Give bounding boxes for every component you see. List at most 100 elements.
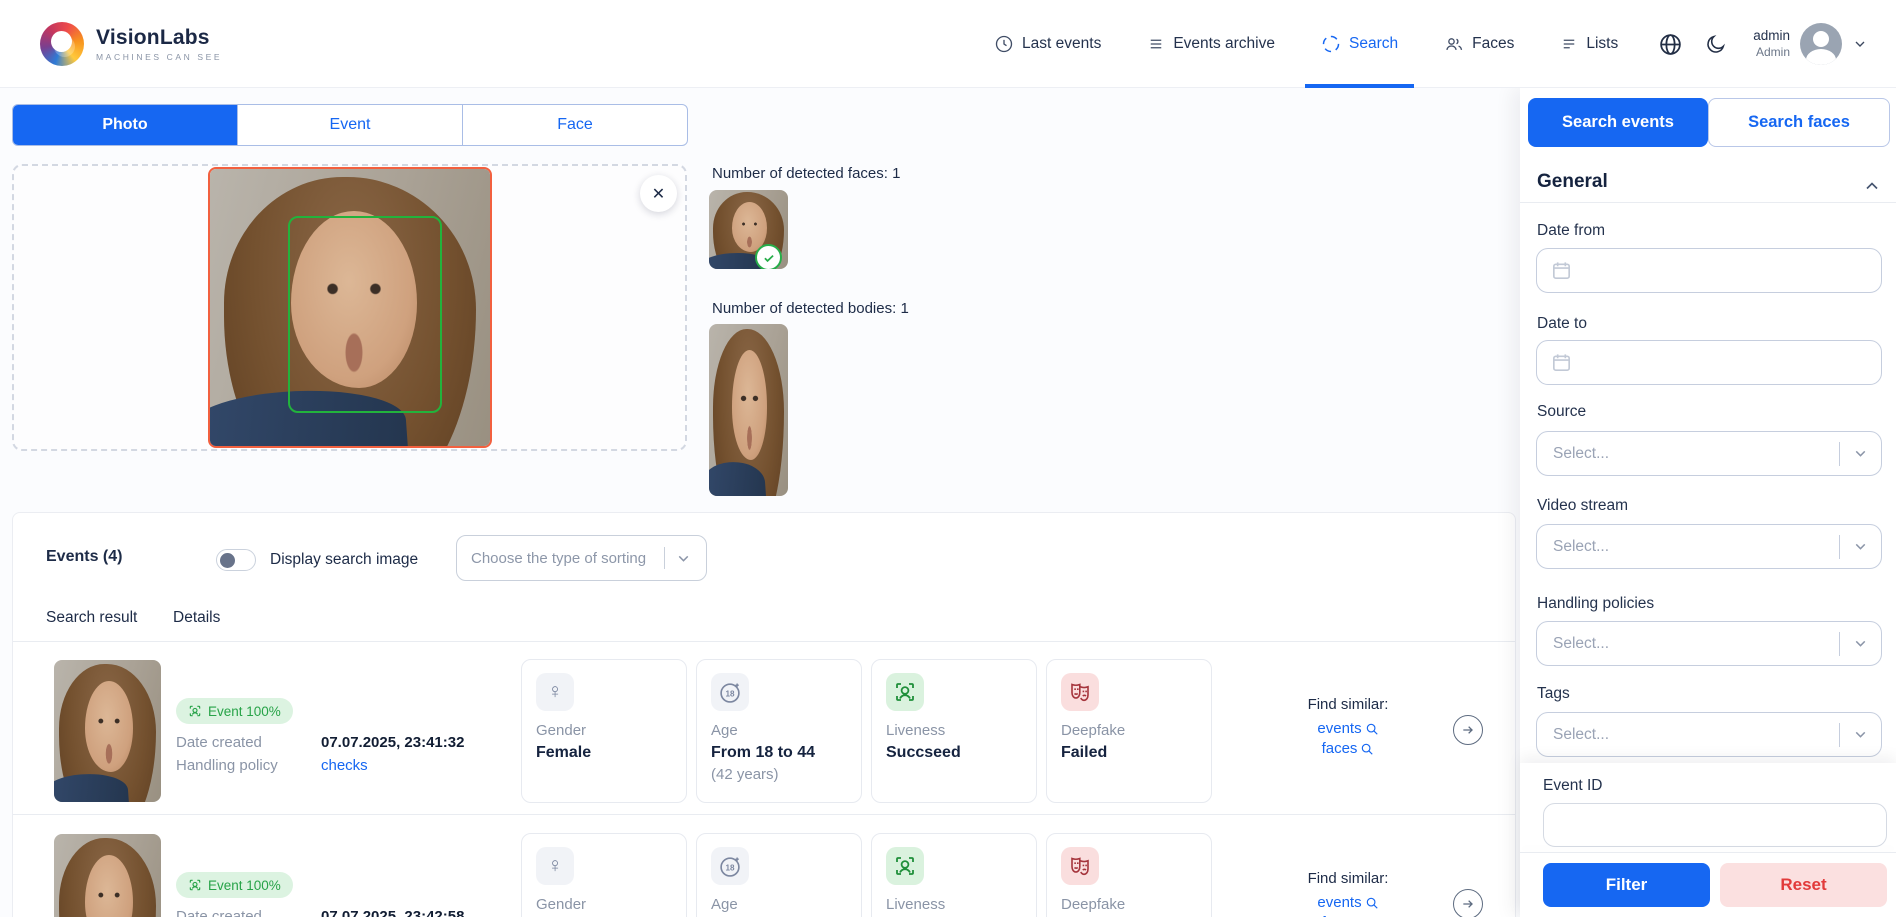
find-similar-block: Find similar: events faces [1268,870,1428,917]
events-panel: Events (4) Display search image Choose t… [12,512,1516,917]
globe-icon[interactable] [1658,32,1683,57]
user-role: Admin [1753,45,1790,60]
user-menu[interactable]: admin Admin [1753,23,1868,65]
event-row[interactable]: Event 100% Date created Handling policy … [13,641,1515,815]
events-title: Events (4) [46,548,122,566]
tab-search-events[interactable]: Search events [1528,98,1708,147]
face-scan-icon [188,878,202,892]
tab-details[interactable]: Details [173,609,220,627]
nav-item-last-events[interactable]: Last events [994,0,1101,88]
visionlabs-logo-icon [40,22,84,66]
nav-item-events-archive[interactable]: Events archive [1147,0,1275,88]
sorting-select[interactable]: Choose the type of sorting [456,535,707,581]
source-select[interactable]: Select... [1536,431,1882,476]
reset-button[interactable]: Reset [1720,863,1887,907]
date-created-label: Date created [176,731,278,754]
liveness-card: Liveness Succseed [871,659,1037,803]
age-card: 18 Age From 18 to 44 [696,833,862,917]
face-check-icon [755,244,782,269]
tab-event[interactable]: Event [238,105,463,145]
navbar: VisionLabs MACHINES CAN SEE Last events … [0,0,1896,88]
detected-body-thumbnail[interactable] [709,324,788,496]
age-18-icon: 18 [711,673,749,711]
display-search-image-toggle[interactable] [216,549,256,571]
detected-face-thumbnail[interactable] [709,190,788,269]
deepfake-icon [1061,673,1099,711]
magnifier-icon [1365,896,1379,910]
event-id-input[interactable] [1543,803,1887,847]
filter-button[interactable]: Filter [1543,863,1710,907]
detected-faces-label: Number of detected faces: 1 [712,165,900,182]
tab-photo[interactable]: Photo [13,105,238,145]
close-icon[interactable]: ✕ [640,175,677,212]
date-to-label: Date to [1537,315,1587,333]
user-name: admin [1753,28,1790,45]
liveness-card: Liveness Succseed [871,833,1037,917]
find-similar-events-link[interactable]: events [1268,720,1428,737]
find-similar-block: Find similar: events faces [1268,696,1428,760]
avatar [1800,23,1842,65]
brand-tagline: MACHINES CAN SEE [96,52,222,62]
list-lines-icon [1560,35,1578,53]
people-icon [1444,34,1464,54]
gender-female-icon: ♀ [536,673,574,711]
nav-items: Last events Events archive Search [994,0,1618,88]
sidebar-footer: Event ID Filter Reset [1520,763,1896,917]
deepfake-card: Deepfake Failed [1046,659,1212,803]
event-thumbnail [54,660,161,802]
focus-ring-icon [1321,34,1341,54]
handling-policies-label: Handling policies [1537,595,1654,613]
app-root: VisionLabs MACHINES CAN SEE Last events … [0,0,1896,917]
clock-icon [994,34,1014,54]
tab-search-faces[interactable]: Search faces [1708,98,1890,147]
video-stream-select[interactable]: Select... [1536,524,1882,569]
nav-item-label: Last events [1022,35,1101,53]
event-thumbnail [54,834,161,917]
calendar-icon [1550,351,1573,374]
source-type-tabs: Photo Event Face [12,104,688,146]
svg-text:18: 18 [725,864,735,873]
chevron-up-icon[interactable] [1862,176,1882,196]
nav-item-label: Faces [1472,35,1514,53]
chevron-down-icon [1840,635,1881,652]
handling-policy-label: Handling policy [176,754,278,777]
chevron-down-icon [1852,36,1868,52]
date-to-input[interactable] [1536,340,1882,385]
open-event-arrow-icon[interactable] [1453,715,1483,745]
date-created-label: Date created [176,905,278,917]
photo-dropzone[interactable]: ✕ [12,164,687,451]
nav-icon-group [1658,32,1727,57]
tags-label: Tags [1537,685,1570,703]
tags-select[interactable]: Select... [1536,712,1882,757]
find-similar-faces-link[interactable]: faces [1268,740,1428,757]
deepfake-card: Deepfake Failed [1046,833,1212,917]
event-row[interactable]: Event 100% Date created Handling policy … [13,815,1515,917]
gender-card: ♀ Gender Female [521,833,687,917]
date-from-input[interactable] [1536,248,1882,293]
chevron-down-icon [675,550,692,567]
gender-card: ♀ Gender Female [521,659,687,803]
nav-item-lists[interactable]: Lists [1560,0,1618,88]
uploaded-photo [208,167,492,448]
tab-face[interactable]: Face [463,105,687,145]
handling-policies-select[interactable]: Select... [1536,621,1882,666]
date-from-label: Date from [1537,222,1605,240]
tab-search-result[interactable]: Search result [46,609,137,627]
event-match-badge: Event 100% [176,872,293,898]
dark-mode-moon-icon[interactable] [1705,33,1727,55]
source-label: Source [1537,403,1586,421]
liveness-icon [886,847,924,885]
nav-item-faces[interactable]: Faces [1444,0,1514,88]
age-card: 18 Age From 18 to 44 (42 years) [696,659,862,803]
deepfake-icon [1061,847,1099,885]
liveness-icon [886,673,924,711]
detected-bodies-label: Number of detected bodies: 1 [712,300,909,317]
face-detection-box [288,216,442,413]
nav-item-label: Search [1349,35,1398,53]
nav-item-search[interactable]: Search [1321,0,1398,88]
magnifier-icon [1365,722,1379,736]
brand[interactable]: VisionLabs MACHINES CAN SEE [40,22,222,66]
find-similar-events-link[interactable]: events [1268,894,1428,911]
handling-policy-link[interactable]: checks [321,754,464,777]
open-event-arrow-icon[interactable] [1453,889,1483,917]
